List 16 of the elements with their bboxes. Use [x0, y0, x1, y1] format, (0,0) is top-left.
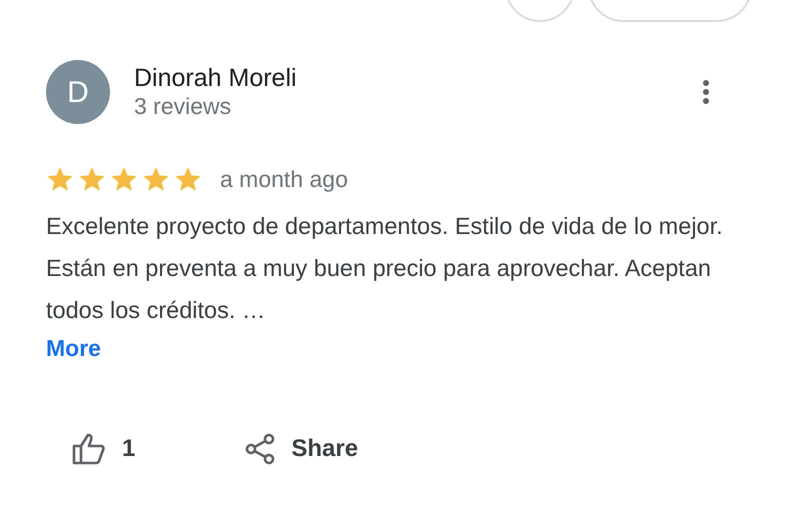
share-button[interactable]: Share: [245, 431, 358, 467]
more-link[interactable]: More: [46, 334, 101, 360]
review-count: 3 reviews: [134, 93, 232, 121]
review-text: Excelente proyecto de departamentos. Estilo de vida de lo mejor. Están en preventa a muy buen precio para aprovechar. Aceptan todos los créditos. …: [46, 212, 724, 324]
thumbs-up-icon: [72, 433, 106, 465]
like-button[interactable]: 1: [72, 431, 136, 467]
star-icon: [78, 166, 106, 193]
star-icon: [142, 166, 170, 193]
more-options-icon[interactable]: [702, 79, 710, 105]
review-time: a month ago: [220, 165, 348, 194]
star-icon: [174, 166, 202, 193]
share-icon: [245, 433, 276, 465]
star-icon: [110, 166, 138, 193]
avatar: D: [46, 60, 110, 124]
star-icon: [46, 166, 74, 193]
author-name: Dinorah Moreli: [134, 63, 297, 94]
